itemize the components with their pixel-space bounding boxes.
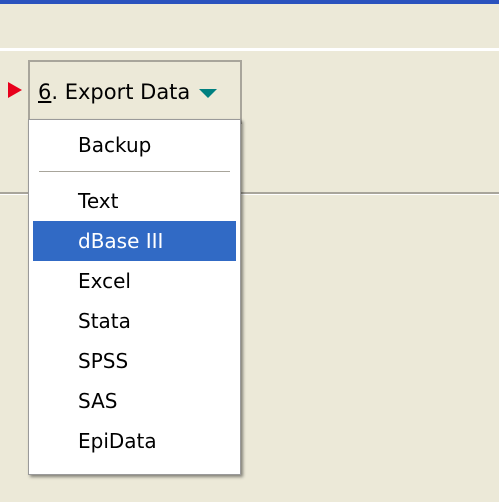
menu-item-text[interactable]: Text — [33, 181, 236, 221]
menu-item-excel[interactable]: Excel — [33, 261, 236, 301]
export-menu: Backup Text dBase III Excel Stata SPSS S… — [28, 119, 241, 475]
menu-item-dbase-iii[interactable]: dBase III — [33, 221, 236, 261]
menu-separator — [39, 171, 230, 175]
window-band — [0, 4, 499, 48]
menu-item-epidata[interactable]: EpiData — [33, 421, 236, 461]
export-mnemonic: 6 — [38, 80, 52, 104]
export-data-button[interactable]: 6. Export Data — [28, 60, 242, 124]
chevron-down-icon[interactable] — [199, 88, 218, 98]
menu-item-stata[interactable]: Stata — [33, 301, 236, 341]
menu-item-spss[interactable]: SPSS — [33, 341, 236, 381]
export-data-label: 6. Export Data — [38, 80, 190, 104]
menu-item-sas[interactable]: SAS — [33, 381, 236, 421]
export-label-text: . Export Data — [51, 80, 191, 104]
red-arrow-icon — [8, 82, 22, 98]
menu-item-backup[interactable]: Backup — [33, 125, 236, 165]
